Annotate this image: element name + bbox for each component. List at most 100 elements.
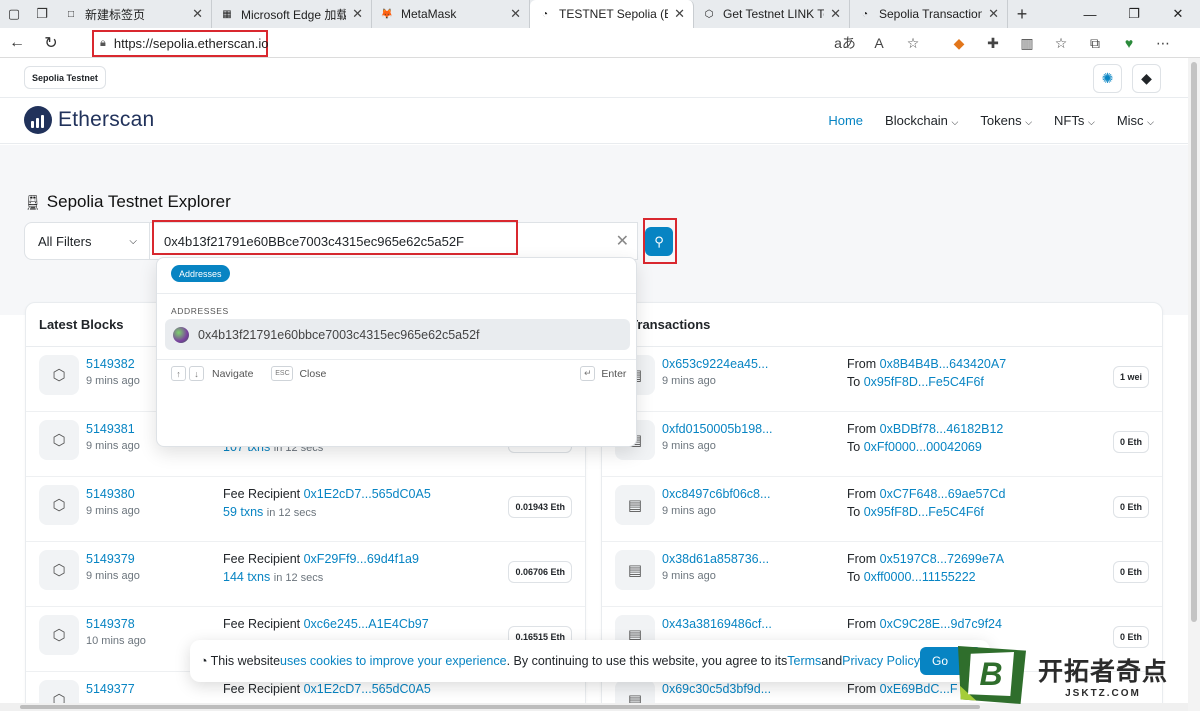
transaction-doc-icon: ▤ xyxy=(615,550,655,590)
nav-tokens[interactable]: Tokens ⌵ xyxy=(980,113,1032,128)
tx-from: From 0xBDBf78...46182B12 xyxy=(847,422,1004,436)
to-address-link[interactable]: 0x95fF8D...Fe5C4F6f xyxy=(864,505,984,519)
suggestion-item[interactable]: 0x4b13f21791e60bbce7003c4315ec965e62c5a5… xyxy=(165,319,630,350)
txns-link[interactable]: 59 txns xyxy=(223,505,263,519)
from-address-link[interactable]: 0xBDBf78...46182B12 xyxy=(880,422,1004,436)
tab-close-icon[interactable]: ✕ xyxy=(830,6,841,22)
from-address-link[interactable]: 0xC9C28E...9d7c9f24 xyxy=(880,617,1002,631)
favorites-icon[interactable]: ☆ xyxy=(1044,35,1078,52)
browser-tab[interactable]: □ 新建标签页 ✕ xyxy=(56,0,212,28)
theme-toggle-icon[interactable]: ✺ xyxy=(1093,64,1122,93)
privacy-link[interactable]: Privacy Policy xyxy=(842,654,920,668)
terms-link[interactable]: Terms xyxy=(787,654,821,668)
tab-close-icon[interactable]: ✕ xyxy=(674,6,685,22)
to-address-link[interactable]: 0xFf0000...00042069 xyxy=(864,440,982,454)
from-address-link[interactable]: 0xE69BdC...F xyxy=(880,682,958,696)
fee-recipient-link[interactable]: 0x1E2cD7...565dC0A5 xyxy=(304,487,431,501)
tab-close-icon[interactable]: ✕ xyxy=(510,6,521,22)
collections-icon[interactable]: ⧉ xyxy=(1078,35,1112,52)
tab-favicon-icon: ⬡ xyxy=(704,8,714,20)
metamask-extension-icon[interactable]: ◆ xyxy=(942,35,976,52)
from-address-link[interactable]: 0xC7F648...69ae57Cd xyxy=(880,487,1006,501)
ethereum-icon[interactable]: ◆ xyxy=(1132,64,1161,93)
block-age: 9 mins ago xyxy=(86,505,140,517)
fee-recipient-link[interactable]: 0xc6e245...A1E4Cb97 xyxy=(304,617,429,631)
refresh-icon[interactable]: ↻ xyxy=(34,28,68,58)
chevron-down-icon: ⌵ xyxy=(1025,117,1033,127)
browser-tab[interactable]: ▦ Microsoft Edge 加载项 ✕ xyxy=(212,0,372,28)
block-age: 10 mins ago xyxy=(86,635,146,647)
vertical-scrollbar[interactable] xyxy=(1188,58,1200,711)
fee-recipient-link[interactable]: 0xF29Ff9...69d4f1a9 xyxy=(304,552,419,566)
card-title: st Transactions xyxy=(602,303,1162,347)
tx-hash-link[interactable]: 0x653c9224ea45... xyxy=(662,357,768,371)
fee-recipient-link[interactable]: 0x1E2cD7...565dC0A5 xyxy=(304,682,431,696)
nav-misc[interactable]: Misc ⌵ xyxy=(1117,113,1154,128)
from-address-link[interactable]: 0x5197C8...72699e7A xyxy=(880,552,1004,566)
cookie-policy-link[interactable]: uses cookies to improve your experience xyxy=(280,654,507,668)
block-row: ⬡ 5149379 9 mins ago Fee Recipient 0xF29Ff9… xyxy=(26,542,585,607)
block-number-link[interactable]: 5149377 xyxy=(86,682,135,696)
tab-favicon-icon: ◔ xyxy=(541,8,549,20)
block-number-link[interactable]: 5149381 xyxy=(86,422,135,436)
arrow-down-icon: ↓ xyxy=(189,366,204,381)
network-badge[interactable]: Sepolia Testnet xyxy=(24,66,106,89)
new-tab-icon[interactable]: + xyxy=(1008,0,1036,28)
close-window-icon[interactable]: ✕ xyxy=(1156,0,1200,28)
tab-close-icon[interactable]: ✕ xyxy=(988,6,999,22)
block-number-link[interactable]: 5149380 xyxy=(86,487,135,501)
read-aloud-icon[interactable]: aあ xyxy=(828,33,862,53)
to-address-link[interactable]: 0x95fF8D...Fe5C4F6f xyxy=(864,375,984,389)
url-field[interactable]: 🔒︎ https://sepolia.etherscan.io xyxy=(92,30,269,57)
profile-icon[interactable]: ▢ xyxy=(0,0,28,28)
tx-hash-link[interactable]: 0xc8497c6bf06c8... xyxy=(662,487,770,501)
browser-tab[interactable]: ◔ Sepolia Transaction Has ✕ xyxy=(850,0,1008,28)
back-icon[interactable]: ← xyxy=(0,28,34,58)
restore-icon[interactable]: ❐ xyxy=(1112,0,1156,28)
from-address-link[interactable]: 0x8B4B4B...643420A7 xyxy=(880,357,1007,371)
tx-value-badge: 0 Eth xyxy=(1112,561,1149,583)
to-address-link[interactable]: 0xff0000...11155222 xyxy=(864,570,976,584)
cookie-icon: ◔ xyxy=(200,654,208,668)
highlight-box xyxy=(152,220,518,255)
nav-nfts[interactable]: NFTs ⌵ xyxy=(1054,113,1095,128)
tab-actions-icon[interactable]: ❐ xyxy=(28,0,56,28)
chevron-down-icon: ⌵ xyxy=(129,235,137,247)
nav-home[interactable]: Home xyxy=(828,113,863,128)
tx-hash-link[interactable]: 0xfd0150005b198... xyxy=(662,422,773,436)
text-size-icon[interactable]: A xyxy=(862,35,896,51)
tab-close-icon[interactable]: ✕ xyxy=(352,6,363,22)
filter-select[interactable]: All Filters ⌵ xyxy=(24,222,150,260)
browser-tab[interactable]: ◔ TESTNET Sepolia (ETH) I ✕ xyxy=(530,0,694,28)
performance-icon[interactable]: ♥ xyxy=(1112,35,1146,51)
block-number-link[interactable]: 5149382 xyxy=(86,357,135,371)
page-title: 🚆︎ Sepolia Testnet Explorer xyxy=(24,192,231,211)
arrow-up-icon: ↑ xyxy=(171,366,186,381)
split-screen-icon[interactable]: ▥ xyxy=(1010,35,1044,52)
clear-icon[interactable]: ✕ xyxy=(616,231,629,251)
block-number-link[interactable]: 5149379 xyxy=(86,552,135,566)
tx-to: To 0x95fF8D...Fe5C4F6f xyxy=(847,505,984,519)
favorite-star-icon[interactable]: ☆ xyxy=(896,35,930,52)
tx-hash-link[interactable]: 0x38d61a858736... xyxy=(662,552,769,566)
nav-blockchain[interactable]: Blockchain ⌵ xyxy=(885,113,958,128)
tab-close-icon[interactable]: ✕ xyxy=(192,6,203,22)
txns-link[interactable]: 144 txns xyxy=(223,570,270,584)
tx-hash-link[interactable]: 0x69c30c5d3bf9d... xyxy=(662,682,771,696)
block-number-link[interactable]: 5149378 xyxy=(86,617,135,631)
tx-hash-link[interactable]: 0x43a38169486cf... xyxy=(662,617,772,631)
browser-tab[interactable]: ⬡ Get Testnet LINK Token ✕ xyxy=(694,0,850,28)
tx-to: To 0xFf0000...00042069 xyxy=(847,440,982,454)
tx-age: 9 mins ago xyxy=(662,440,716,452)
minimize-icon[interactable]: — xyxy=(1068,0,1112,28)
browser-tab-bar: ▢ ❐ □ 新建标签页 ✕ ▦ Microsoft Edge 加载项 ✕ 🦊 MetaMask… xyxy=(0,0,1200,28)
tx-age: 9 mins ago xyxy=(662,375,716,387)
address-avatar-icon xyxy=(173,326,189,343)
tx-from: From 0x5197C8...72699e7A xyxy=(847,552,1005,566)
extensions-icon[interactable]: ✚ xyxy=(976,35,1010,52)
addresses-filter-pill[interactable]: Addresses xyxy=(171,265,230,282)
etherscan-logo[interactable]: Etherscan xyxy=(24,106,154,134)
browser-tab[interactable]: 🦊 MetaMask ✕ xyxy=(372,0,530,28)
menu-more-icon[interactable]: ⋯ xyxy=(1146,35,1180,52)
block-reward-badge: 0.06706 Eth xyxy=(508,561,572,583)
